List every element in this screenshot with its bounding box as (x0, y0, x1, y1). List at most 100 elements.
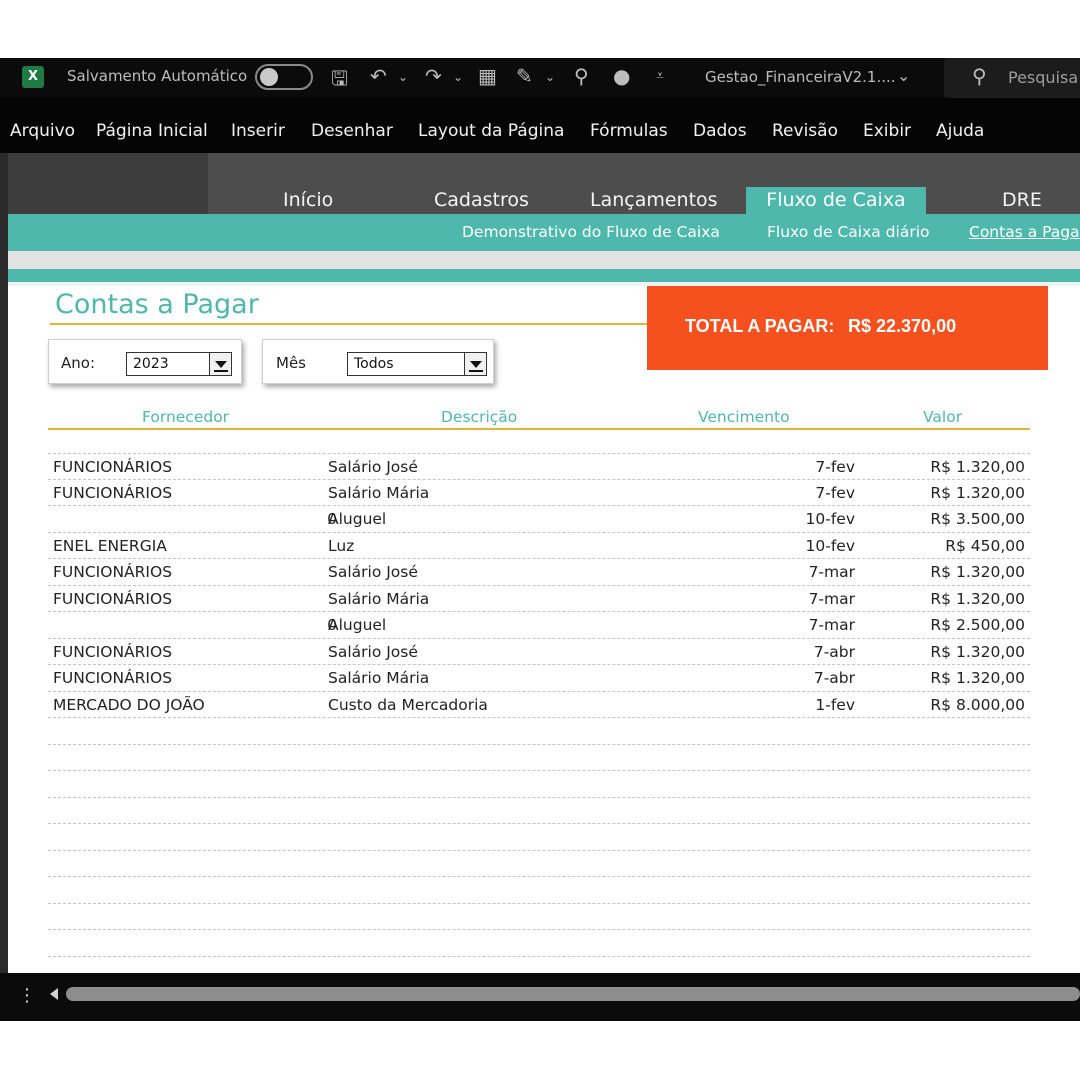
cell-fornecedor[interactable]: ENEL ENERGIA (53, 537, 167, 555)
cell-vencimento[interactable]: 7-mar (809, 563, 855, 581)
cell-valor[interactable]: R$ 3.500,00 (930, 510, 1025, 528)
menu-dados[interactable]: Dados (693, 121, 747, 141)
subtab-fluxo-diario[interactable]: Fluxo de Caixa diário (767, 223, 930, 241)
cell-vencimento[interactable]: 7-mar (809, 616, 855, 634)
menu-revisao[interactable]: Revisão (772, 121, 838, 141)
excel-window: X Salvamento Automático 🖫 ↶ ⌄ ↷ ⌄ ▦ ✎ ⌄ … (0, 0, 1080, 1080)
cell-descricao[interactable]: Salário Mária (328, 590, 429, 608)
table-row[interactable] (48, 851, 1030, 877)
undo-icon[interactable]: ↶ (370, 64, 387, 88)
cell-vencimento[interactable]: 7-abr (814, 643, 855, 661)
cell-descricao[interactable]: Salário Mária (328, 669, 429, 687)
tab-dre[interactable]: DRE (1002, 189, 1042, 211)
cell-descricao[interactable]: Salário José (328, 458, 418, 476)
inspect-icon[interactable]: ⚲ (574, 64, 589, 88)
undo-dropdown-icon[interactable]: ⌄ (398, 70, 408, 84)
table-row[interactable]: MERCADO DO JOÃO Custo da Mercadoria 1-fev R… (48, 692, 1030, 718)
table-row[interactable]: 0 Aluguel 7-mar R$ 2.500,00 (48, 612, 1030, 639)
table-row[interactable]: FUNCIONÁRIOS Salário José 7-abr R$ 1.320,00 (48, 639, 1030, 665)
search-box[interactable]: ⚲ Pesquisa (944, 58, 1080, 98)
cell-valor[interactable]: R$ 1.320,00 (930, 643, 1025, 661)
cell-descricao[interactable]: Aluguel (328, 616, 386, 634)
table-row[interactable]: ENEL ENERGIA Luz 10-fev R$ 450,00 (48, 533, 1030, 559)
table-row[interactable] (48, 798, 1030, 824)
edit-icon[interactable]: ✎ (516, 64, 533, 88)
menu-ajuda[interactable]: Ajuda (936, 121, 984, 141)
more-options-icon[interactable]: ⋮ (18, 985, 36, 1006)
menu-arquivo[interactable]: Arquivo (10, 121, 75, 141)
table-row[interactable]: FUNCIONÁRIOS Salário Mária 7-mar R$ 1.320,0… (48, 586, 1030, 612)
table-row[interactable] (48, 904, 1030, 930)
cell-valor[interactable]: R$ 2.500,00 (930, 616, 1025, 634)
table-row[interactable]: FUNCIONÁRIOS Salário José 7-mar R$ 1.320,00 (48, 559, 1030, 586)
cell-fornecedor[interactable]: FUNCIONÁRIOS (53, 563, 172, 581)
subtab-contas-a-pagar[interactable]: Contas a Paga (969, 223, 1080, 241)
cell-valor[interactable]: R$ 1.320,00 (930, 590, 1025, 608)
month-dropdown-arrow-icon[interactable] (464, 353, 486, 375)
cell-descricao[interactable]: Salário José (328, 643, 418, 661)
table-row[interactable]: FUNCIONÁRIOS Salário Mária 7-abr R$ 1.320,0… (48, 665, 1030, 692)
menu-desenhar[interactable]: Desenhar (311, 121, 393, 141)
total-value: R$ 22.370,00 (848, 316, 957, 336)
subtab-demonstrativo[interactable]: Demonstrativo do Fluxo de Caixa (462, 223, 720, 241)
horizontal-scrollbar[interactable] (66, 987, 1080, 1001)
year-dropdown[interactable]: 2023 (126, 352, 232, 376)
tab-cadastros[interactable]: Cadastros (434, 189, 529, 211)
tab-inicio[interactable]: Início (283, 189, 333, 211)
menu-inserir[interactable]: Inserir (231, 121, 285, 141)
cell-fornecedor[interactable]: FUNCIONÁRIOS (53, 458, 172, 476)
menu-exibir[interactable]: Exibir (863, 121, 911, 141)
cell-vencimento[interactable]: 10-fev (806, 510, 855, 528)
chevron-down-icon[interactable]: ⌄ (897, 66, 910, 85)
year-dropdown-arrow-icon[interactable] (209, 353, 231, 375)
tab-lancamentos[interactable]: Lançamentos (590, 189, 718, 211)
table-row[interactable]: FUNCIONÁRIOS Salário José 7-fev R$ 1.320,00 (48, 453, 1030, 480)
month-dropdown[interactable]: Todos (347, 352, 487, 376)
cell-fornecedor[interactable]: MERCADO DO JOÃO (53, 696, 205, 714)
menu-pagina-inicial[interactable]: Página Inicial (96, 121, 208, 141)
table-row[interactable] (48, 930, 1030, 957)
table-row[interactable] (48, 877, 1030, 904)
menu-layout-pagina[interactable]: Layout da Página (418, 121, 564, 141)
cell-descricao[interactable]: Salário Mária (328, 484, 429, 502)
tab-fluxo-de-caixa[interactable]: Fluxo de Caixa (746, 187, 926, 214)
file-name[interactable]: Gestao_FinanceiraV2.1.... (705, 68, 896, 86)
record-icon[interactable]: ● (613, 64, 630, 88)
cell-descricao[interactable]: Aluguel (328, 510, 386, 528)
table-row[interactable] (48, 718, 1030, 745)
form-icon[interactable]: ▦ (478, 64, 497, 88)
menu-formulas[interactable]: Fórmulas (590, 121, 668, 141)
table-row[interactable] (48, 771, 1030, 798)
cell-fornecedor[interactable]: FUNCIONÁRIOS (53, 484, 172, 502)
table-row[interactable]: 0 Aluguel 10-fev R$ 3.500,00 (48, 506, 1030, 533)
redo-dropdown-icon[interactable]: ⌄ (453, 70, 463, 84)
autosave-toggle[interactable] (255, 64, 313, 90)
scroll-left-icon[interactable] (50, 988, 58, 1000)
cell-fornecedor[interactable]: FUNCIONÁRIOS (53, 669, 172, 687)
cell-valor[interactable]: R$ 8.000,00 (930, 696, 1025, 714)
table-row[interactable] (48, 824, 1030, 851)
edit-dropdown-icon[interactable]: ⌄ (545, 70, 555, 84)
cell-fornecedor[interactable]: FUNCIONÁRIOS (53, 643, 172, 661)
save-icon[interactable]: 🖫 (331, 64, 348, 98)
cell-valor[interactable]: R$ 450,00 (945, 537, 1025, 555)
cell-valor[interactable]: R$ 1.320,00 (930, 563, 1025, 581)
cell-descricao[interactable]: Custo da Mercadoria (328, 696, 488, 714)
cell-vencimento[interactable]: 10-fev (806, 537, 855, 555)
table-row[interactable] (48, 745, 1030, 771)
cell-vencimento[interactable]: 7-abr (814, 669, 855, 687)
cell-valor[interactable]: R$ 1.320,00 (930, 458, 1025, 476)
table-row[interactable]: FUNCIONÁRIOS Salário Mária 7-fev R$ 1.320,0… (48, 480, 1030, 506)
cell-valor[interactable]: R$ 1.320,00 (930, 484, 1025, 502)
customize-toolbar-icon[interactable]: ⩡ (656, 68, 664, 84)
ribbon-menu: Arquivo Página Inicial Inserir Desenhar … (0, 98, 1080, 153)
cell-vencimento[interactable]: 7-mar (809, 590, 855, 608)
cell-vencimento[interactable]: 1-fev (815, 696, 855, 714)
cell-vencimento[interactable]: 7-fev (815, 484, 855, 502)
cell-vencimento[interactable]: 7-fev (815, 458, 855, 476)
cell-descricao[interactable]: Salário José (328, 563, 418, 581)
cell-fornecedor[interactable]: FUNCIONÁRIOS (53, 590, 172, 608)
cell-valor[interactable]: R$ 1.320,00 (930, 669, 1025, 687)
redo-icon[interactable]: ↷ (425, 64, 442, 88)
cell-descricao[interactable]: Luz (328, 537, 354, 555)
